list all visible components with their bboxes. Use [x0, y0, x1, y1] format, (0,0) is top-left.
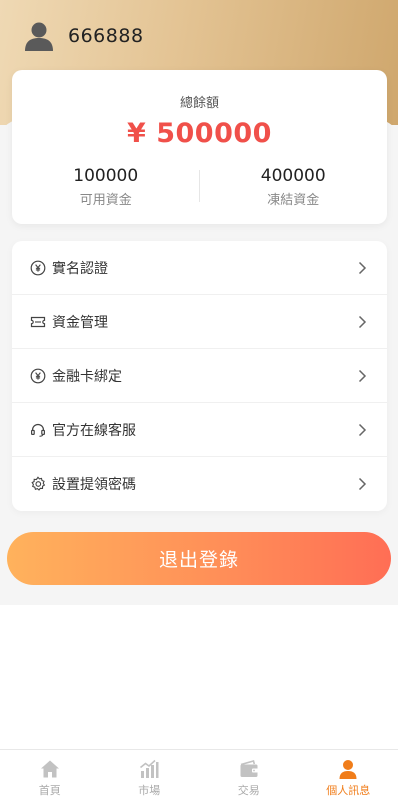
wallet-icon — [240, 760, 258, 777]
balance-amount: ¥ 500000 — [127, 118, 272, 149]
menu-item-fund-management[interactable]: 資金管理 — [12, 295, 387, 349]
tab-trade[interactable]: 交易 — [199, 750, 299, 800]
tab-label: 市場 — [138, 784, 161, 797]
chevron-right-icon — [358, 477, 367, 491]
tab-market[interactable]: 市場 — [100, 750, 200, 800]
ticket-icon — [30, 316, 46, 328]
home-icon — [40, 760, 59, 778]
chart-icon — [140, 759, 159, 778]
chevron-right-icon — [358, 369, 367, 383]
available-funds-label: 可用資金 — [79, 193, 132, 208]
username: 666888 — [68, 25, 144, 47]
frozen-funds-value: 400000 — [260, 166, 326, 186]
bottom-tab-bar: 首頁 市場 交易 個人訊息 — [0, 749, 398, 800]
menu-item-identity-verification[interactable]: 實名認證 — [12, 241, 387, 295]
balance-title: 總餘額 — [179, 96, 219, 111]
profile-page: 666888 總餘額 ¥ 500000 100000 可用資金 400000 凍… — [0, 0, 398, 800]
menu-item-bank-card-binding[interactable]: 金融卡綁定 — [12, 349, 387, 403]
chevron-right-icon — [358, 315, 367, 329]
yen-circle-icon — [30, 368, 46, 384]
balance-card: 總餘額 ¥ 500000 100000 可用資金 400000 凍結資金 — [12, 70, 387, 224]
tab-profile[interactable]: 個人訊息 — [299, 750, 398, 800]
frozen-funds-label: 凍結資金 — [267, 193, 320, 208]
tab-label: 個人訊息 — [326, 784, 371, 797]
logout-button[interactable]: 退出登錄 — [7, 532, 391, 585]
yen-circle-icon — [30, 260, 46, 276]
menu-item-label: 官方在線客服 — [52, 423, 136, 439]
available-funds-value: 100000 — [73, 166, 139, 186]
settings-menu: 實名認證 資金管理 金融卡綁定 官方在線客服 設置提領密碼 — [12, 241, 387, 511]
tab-label: 首頁 — [38, 784, 61, 797]
available-funds: 100000 可用資金 — [12, 166, 200, 208]
menu-item-label: 金融卡綁定 — [52, 369, 122, 385]
menu-item-label: 實名認證 — [52, 261, 108, 277]
menu-item-customer-service[interactable]: 官方在線客服 — [12, 403, 387, 457]
frozen-funds: 400000 凍結資金 — [200, 166, 388, 208]
gear-icon — [31, 476, 46, 491]
headset-icon — [31, 423, 46, 437]
menu-item-label: 設置提領密碼 — [52, 477, 136, 493]
user-info: 666888 — [22, 18, 144, 54]
tab-home[interactable]: 首頁 — [0, 750, 100, 800]
chevron-right-icon — [358, 423, 367, 437]
menu-item-label: 資金管理 — [52, 315, 108, 331]
tab-label: 交易 — [237, 784, 260, 797]
menu-item-withdrawal-password[interactable]: 設置提領密碼 — [12, 457, 387, 511]
person-icon — [339, 760, 357, 779]
avatar-icon — [25, 22, 53, 51]
chevron-right-icon — [358, 261, 367, 275]
